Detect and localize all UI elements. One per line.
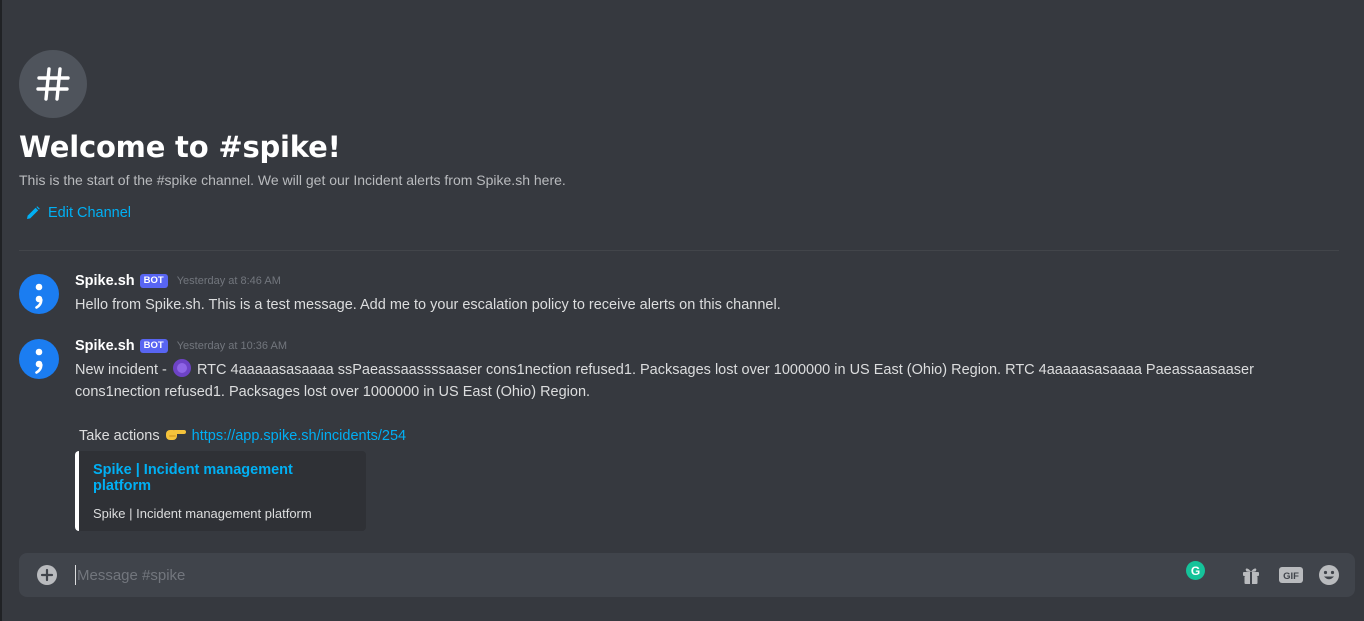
author-name[interactable]: Spike.sh [75,273,135,289]
message-composer: G GIF [19,553,1355,597]
link-embed: Spike | Incident management platform Spi… [75,451,366,531]
welcome-subtitle: This is the start of the #spike channel.… [19,172,566,188]
semicolon-logo-icon [35,283,43,309]
edit-channel-label: Edit Channel [48,205,132,221]
emoji-button[interactable] [1318,564,1340,586]
timestamp: Yesterday at 10:36 AM [176,340,287,352]
actions-line: Take actions https://app.spike.sh/incide… [75,425,1315,447]
text-caret [75,565,76,585]
channel-hash-badge [19,50,87,118]
divider [19,250,1339,251]
channel-welcome: Welcome to #spike! This is the start of … [19,50,1339,221]
message-text: New incident - RTC 4aaaaasasaaaa ssPaeas… [75,359,1315,403]
incident-prefix: New incident - [75,362,171,378]
grammarly-icon[interactable]: G [1186,561,1205,580]
semicolon-logo-icon [35,348,43,374]
smiley-icon [1319,565,1339,585]
author-name[interactable]: Spike.sh [75,338,135,354]
edit-channel-button[interactable]: Edit Channel [26,205,1339,221]
bot-badge: BOT [139,339,168,353]
avatar[interactable] [19,274,59,314]
attach-button[interactable] [37,565,57,585]
gift-icon [1243,568,1259,584]
hash-icon [36,67,70,101]
gif-button[interactable]: GIF [1278,564,1304,586]
message-text: Hello from Spike.sh. This is a test mess… [75,297,781,313]
gift-button[interactable] [1240,564,1262,586]
svg-text:GIF: GIF [1283,571,1299,582]
message-input[interactable] [77,553,1157,597]
incident-description: RTC 4aaaaasasaaaa ssPaeassaassssaaser co… [75,362,1254,400]
timestamp: Yesterday at 8:46 AM [176,275,281,287]
pointing-hand-emoji-icon [165,430,186,440]
gif-icon: GIF [1279,567,1303,583]
incident-link[interactable]: https://app.spike.sh/incidents/254 [192,428,406,444]
welcome-title: Welcome to #spike! [19,130,341,164]
embed-description: Spike | Incident management platform [93,506,312,521]
bot-badge: BOT [139,274,168,288]
plus-circle-icon [40,568,54,582]
window-edge [0,0,2,621]
avatar[interactable] [19,339,59,379]
pencil-icon [27,206,40,219]
actions-label: Take actions [79,428,160,444]
alien-monster-emoji-icon [172,359,191,377]
embed-title[interactable]: Spike | Incident management platform [93,462,352,494]
